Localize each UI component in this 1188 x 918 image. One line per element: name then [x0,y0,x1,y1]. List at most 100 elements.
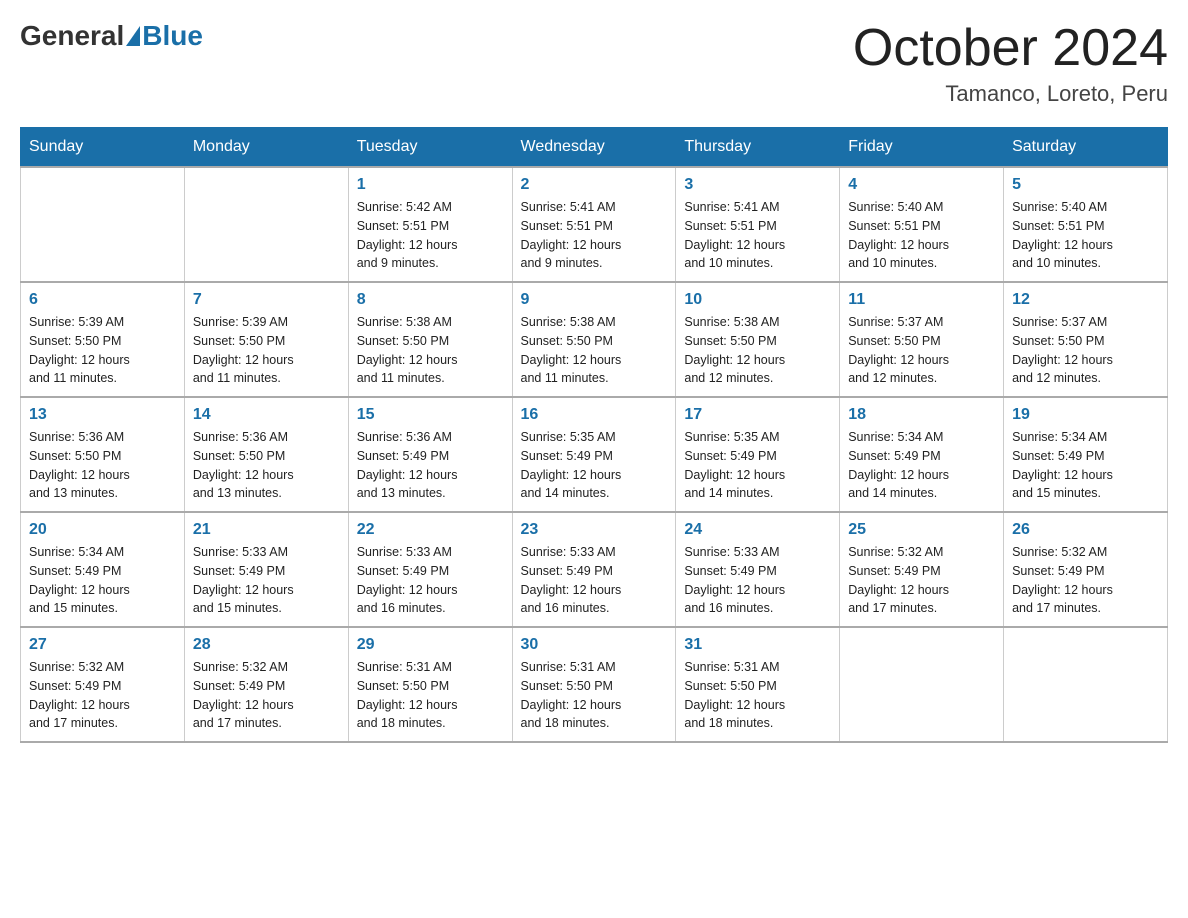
day-number: 5 [1012,176,1159,194]
calendar-week-row-1: 1 Sunrise: 5:42 AMSunset: 5:51 PMDaylight… [21,167,1168,282]
day-info: Sunrise: 5:41 AMSunset: 5:51 PMDaylight:… [521,198,668,273]
day-number: 8 [357,291,504,309]
calendar-cell-3-5: 17 Sunrise: 5:35 AMSunset: 5:49 PMDayligh… [676,397,840,512]
logo-triangle-icon [126,26,140,46]
calendar-cell-1-2 [184,167,348,282]
calendar-cell-2-7: 12 Sunrise: 5:37 AMSunset: 5:50 PMDayligh… [1004,282,1168,397]
calendar-header-thursday: Thursday [676,128,840,168]
day-info: Sunrise: 5:37 AMSunset: 5:50 PMDaylight:… [1012,313,1159,388]
day-number: 31 [684,636,831,654]
day-info: Sunrise: 5:35 AMSunset: 5:49 PMDaylight:… [684,428,831,503]
day-number: 4 [848,176,995,194]
calendar-header-monday: Monday [184,128,348,168]
day-number: 22 [357,521,504,539]
calendar-cell-4-5: 24 Sunrise: 5:33 AMSunset: 5:49 PMDayligh… [676,512,840,627]
page-header: General Blue October 2024 Tamanco, Loret… [20,20,1168,107]
day-number: 7 [193,291,340,309]
calendar-cell-5-1: 27Sunrise: 5:32 AMSunset: 5:49 PMDayligh… [21,627,185,742]
location-title: Tamanco, Loreto, Peru [853,81,1168,107]
day-info: Sunrise: 5:42 AMSunset: 5:51 PMDaylight:… [357,198,504,273]
calendar-cell-4-2: 21 Sunrise: 5:33 AMSunset: 5:49 PMDayligh… [184,512,348,627]
calendar-cell-3-7: 19Sunrise: 5:34 AMSunset: 5:49 PMDayligh… [1004,397,1168,512]
calendar-cell-4-4: 23 Sunrise: 5:33 AMSunset: 5:49 PMDayligh… [512,512,676,627]
day-number: 24 [684,521,831,539]
calendar-cell-3-2: 14Sunrise: 5:36 AMSunset: 5:50 PMDayligh… [184,397,348,512]
logo-blue-text: Blue [142,20,203,52]
calendar-cell-4-1: 20Sunrise: 5:34 AMSunset: 5:49 PMDayligh… [21,512,185,627]
day-info: Sunrise: 5:39 AMSunset: 5:50 PMDaylight:… [29,313,176,388]
day-info: Sunrise: 5:36 AMSunset: 5:49 PMDaylight:… [357,428,504,503]
calendar-cell-2-5: 10 Sunrise: 5:38 AMSunset: 5:50 PMDayligh… [676,282,840,397]
calendar-cell-5-6 [840,627,1004,742]
day-info: Sunrise: 5:34 AMSunset: 5:49 PMDaylight:… [848,428,995,503]
day-info: Sunrise: 5:35 AMSunset: 5:49 PMDaylight:… [521,428,668,503]
calendar-cell-1-6: 4 Sunrise: 5:40 AMSunset: 5:51 PMDaylight… [840,167,1004,282]
calendar-cell-3-4: 16 Sunrise: 5:35 AMSunset: 5:49 PMDayligh… [512,397,676,512]
day-info: Sunrise: 5:31 AMSunset: 5:50 PMDaylight:… [521,658,668,733]
day-info: Sunrise: 5:34 AMSunset: 5:49 PMDaylight:… [1012,428,1159,503]
calendar-table: SundayMondayTuesdayWednesdayThursdayFrid… [20,127,1168,743]
day-info: Sunrise: 5:33 AMSunset: 5:49 PMDaylight:… [193,543,340,618]
day-number: 15 [357,406,504,424]
calendar-header-sunday: Sunday [21,128,185,168]
calendar-cell-5-4: 30 Sunrise: 5:31 AMSunset: 5:50 PMDayligh… [512,627,676,742]
calendar-cell-5-5: 31 Sunrise: 5:31 AMSunset: 5:50 PMDayligh… [676,627,840,742]
calendar-cell-2-2: 7 Sunrise: 5:39 AMSunset: 5:50 PMDaylight… [184,282,348,397]
month-title: October 2024 [853,20,1168,77]
calendar-cell-3-1: 13Sunrise: 5:36 AMSunset: 5:50 PMDayligh… [21,397,185,512]
logo-general-text: General [20,20,124,52]
calendar-cell-1-3: 1 Sunrise: 5:42 AMSunset: 5:51 PMDaylight… [348,167,512,282]
calendar-header-wednesday: Wednesday [512,128,676,168]
day-info: Sunrise: 5:32 AMSunset: 5:49 PMDaylight:… [848,543,995,618]
day-info: Sunrise: 5:34 AMSunset: 5:49 PMDaylight:… [29,543,176,618]
day-number: 30 [521,636,668,654]
day-info: Sunrise: 5:39 AMSunset: 5:50 PMDaylight:… [193,313,340,388]
calendar-cell-2-3: 8 Sunrise: 5:38 AMSunset: 5:50 PMDaylight… [348,282,512,397]
calendar-header-row: SundayMondayTuesdayWednesdayThursdayFrid… [21,128,1168,168]
day-info: Sunrise: 5:41 AMSunset: 5:51 PMDaylight:… [684,198,831,273]
day-number: 23 [521,521,668,539]
calendar-cell-2-6: 11Sunrise: 5:37 AMSunset: 5:50 PMDayligh… [840,282,1004,397]
calendar-week-row-4: 20Sunrise: 5:34 AMSunset: 5:49 PMDayligh… [21,512,1168,627]
day-number: 1 [357,176,504,194]
calendar-week-row-2: 6 Sunrise: 5:39 AMSunset: 5:50 PMDaylight… [21,282,1168,397]
day-number: 27 [29,636,176,654]
day-info: Sunrise: 5:33 AMSunset: 5:49 PMDaylight:… [684,543,831,618]
calendar-header-saturday: Saturday [1004,128,1168,168]
calendar-header-tuesday: Tuesday [348,128,512,168]
day-number: 16 [521,406,668,424]
day-number: 14 [193,406,340,424]
day-number: 28 [193,636,340,654]
calendar-cell-5-2: 28 Sunrise: 5:32 AMSunset: 5:49 PMDayligh… [184,627,348,742]
calendar-cell-1-5: 3Sunrise: 5:41 AMSunset: 5:51 PMDaylight… [676,167,840,282]
calendar-cell-2-1: 6 Sunrise: 5:39 AMSunset: 5:50 PMDaylight… [21,282,185,397]
calendar-cell-1-4: 2 Sunrise: 5:41 AMSunset: 5:51 PMDaylight… [512,167,676,282]
day-number: 6 [29,291,176,309]
day-info: Sunrise: 5:33 AMSunset: 5:49 PMDaylight:… [357,543,504,618]
day-info: Sunrise: 5:38 AMSunset: 5:50 PMDaylight:… [684,313,831,388]
day-number: 25 [848,521,995,539]
calendar-week-row-3: 13Sunrise: 5:36 AMSunset: 5:50 PMDayligh… [21,397,1168,512]
calendar-cell-4-7: 26Sunrise: 5:32 AMSunset: 5:49 PMDayligh… [1004,512,1168,627]
day-info: Sunrise: 5:32 AMSunset: 5:49 PMDaylight:… [193,658,340,733]
day-info: Sunrise: 5:40 AMSunset: 5:51 PMDaylight:… [848,198,995,273]
calendar-cell-3-6: 18Sunrise: 5:34 AMSunset: 5:49 PMDayligh… [840,397,1004,512]
day-number: 9 [521,291,668,309]
calendar-cell-3-3: 15 Sunrise: 5:36 AMSunset: 5:49 PMDayligh… [348,397,512,512]
calendar-week-row-5: 27 Sunrise: 5:32 AMSunset: 5:49 PMDayligh… [21,627,1168,742]
calendar-header-friday: Friday [840,128,1004,168]
day-info: Sunrise: 5:38 AMSunset: 5:50 PMDaylight:… [357,313,504,388]
title-section: October 2024 Tamanco, Loreto, Peru [853,20,1168,107]
day-number: 10 [684,291,831,309]
day-number: 29 [357,636,504,654]
day-info: Sunrise: 5:37 AMSunset: 5:50 PMDaylight:… [848,313,995,388]
logo: General Blue [20,20,203,52]
day-info: Sunrise: 5:31 AMSunset: 5:50 PMDaylight:… [684,658,831,733]
day-info: Sunrise: 5:33 AMSunset: 5:49 PMDaylight:… [521,543,668,618]
day-number: 12 [1012,291,1159,309]
day-number: 21 [193,521,340,539]
calendar-cell-5-3: 29Sunrise: 5:31 AMSunset: 5:50 PMDayligh… [348,627,512,742]
day-number: 2 [521,176,668,194]
calendar-cell-1-1 [21,167,185,282]
day-number: 17 [684,406,831,424]
